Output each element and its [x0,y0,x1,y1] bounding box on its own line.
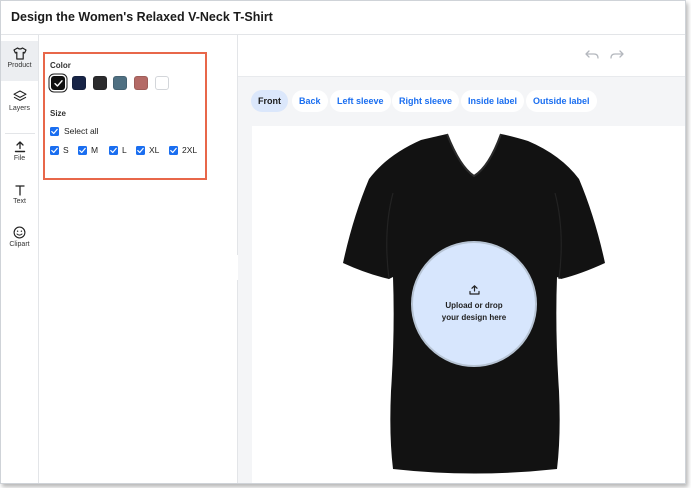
size-label-2xl: 2XL [182,145,198,155]
undo-icon[interactable] [585,50,599,60]
product-preview: Upload or drop your design here [252,126,685,483]
size-label-s: S [63,145,69,155]
tab-right-sleeve[interactable]: Right sleeve [392,90,460,112]
color-swatch-charcoal[interactable] [93,76,107,90]
check-icon [54,80,63,87]
design-canvas-area: Front Back Left sleeve Right sleeve Insi… [238,35,685,483]
size-checkbox-s[interactable] [50,146,59,155]
text-icon [14,185,25,196]
size-label: Size [50,109,67,118]
rail-divider [5,133,35,134]
size-label-m: M [91,145,99,155]
tab-outside-label[interactable]: Outside label [526,90,597,112]
product-options-highlight: Color Size Select all S M L XL 2XL [43,52,207,180]
size-label-l: L [122,145,127,155]
size-checkbox-xl[interactable] [136,146,145,155]
size-label-xl: XL [149,145,160,155]
tab-front[interactable]: Front [251,90,288,112]
size-checkbox-2xl[interactable] [169,146,178,155]
size-checkbox-l[interactable] [109,146,118,155]
tab-back[interactable]: Back [292,90,328,112]
upload-icon [469,285,480,295]
layers-icon [12,90,27,101]
tool-rail: Product Layers File Text Clipart [1,35,39,483]
select-all-checkbox[interactable] [50,127,59,136]
app-window: Design the Women's Relaxed V-Neck T-Shir… [0,0,686,484]
rail-item-clipart[interactable]: Clipart [1,226,38,260]
check-icon [137,147,144,154]
check-icon [79,147,86,154]
tab-left-sleeve[interactable]: Left sleeve [330,90,391,112]
smiley-icon [13,226,26,239]
upload-text-line2: your design here [441,313,507,322]
rail-label-product: Product [7,62,32,69]
rail-item-text[interactable]: Text [1,184,38,218]
rail-item-layers[interactable]: Layers [1,90,38,124]
select-all-label: Select all [64,126,99,136]
check-icon [170,147,177,154]
canvas-toolbar [238,35,685,77]
rail-label-text: Text [13,198,26,205]
check-icon [51,128,58,135]
check-icon [110,147,117,154]
rail-label-layers: Layers [8,105,30,112]
color-swatch-navy[interactable] [72,76,86,90]
rail-label-file: File [13,155,26,162]
page-title: Design the Women's Relaxed V-Neck T-Shir… [11,10,273,24]
redo-icon[interactable] [610,50,624,60]
tab-inside-label[interactable]: Inside label [461,90,525,112]
rail-label-clipart: Clipart [9,241,30,248]
color-swatch-black[interactable] [51,76,65,90]
upload-icon [14,141,25,153]
size-checkbox-m[interactable] [78,146,87,155]
upload-text-line1: Upload or drop [445,301,503,310]
rail-item-file[interactable]: File [1,141,38,175]
header: Design the Women's Relaxed V-Neck T-Shir… [1,1,685,35]
color-swatch-rose[interactable] [134,76,148,90]
check-icon [51,147,58,154]
upload-drop-zone[interactable]: Upload or drop your design here [411,241,537,367]
color-swatch-slate-blue[interactable] [113,76,127,90]
color-label: Color [50,61,71,70]
product-panel: Color Size Select all S M L XL 2XL [39,35,238,483]
color-swatch-white[interactable] [155,76,169,90]
tshirt-icon [12,47,27,60]
rail-item-product[interactable]: Product [1,41,38,81]
